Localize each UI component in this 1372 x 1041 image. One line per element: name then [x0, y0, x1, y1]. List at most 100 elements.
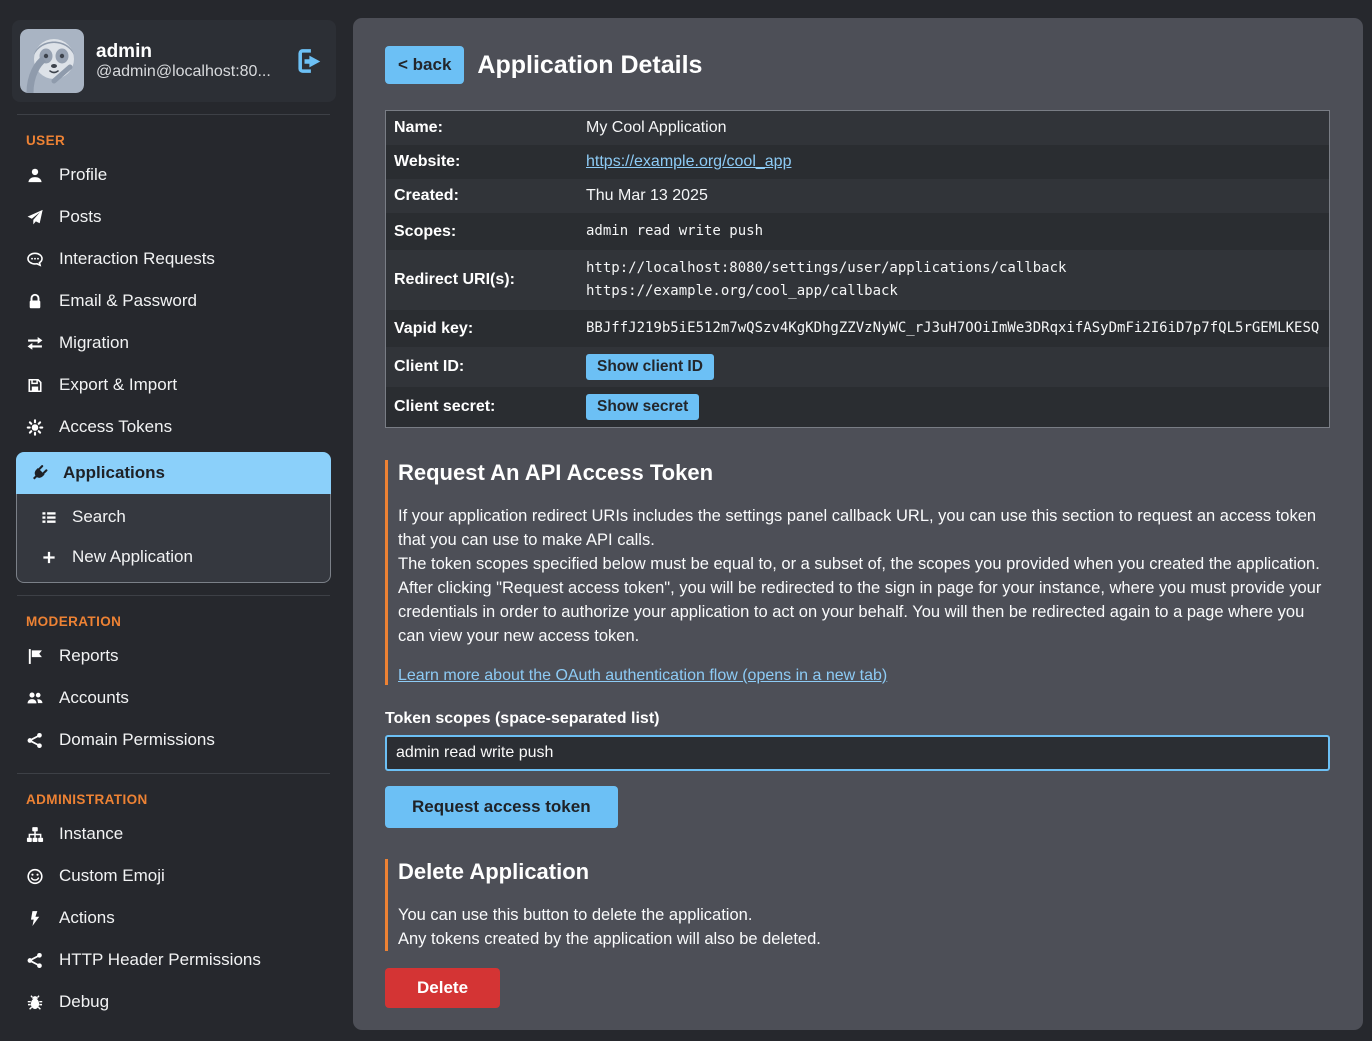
sidebar-item-label: Accounts [59, 688, 129, 708]
request-access-token-button[interactable]: Request access token [385, 786, 618, 828]
comment-icon [26, 251, 44, 268]
user-icon [26, 167, 44, 184]
sidebar-item-label: Posts [59, 207, 102, 227]
sidebar-item-interaction-requests[interactable]: Interaction Requests [12, 238, 335, 280]
token-scopes-label: Token scopes (space-separated list) [385, 710, 1331, 728]
logout-icon[interactable] [294, 46, 324, 76]
sidebar-item-reports[interactable]: Reports [12, 635, 335, 677]
plus-icon [41, 550, 57, 565]
sidebar-item-debug[interactable]: Debug [12, 981, 335, 1023]
table-row-value: Thu Mar 13 2025 [586, 187, 1321, 205]
table-row: Redirect URI(s):http://localhost:8080/se… [386, 250, 1329, 310]
sidebar-item-label: Search [72, 507, 126, 527]
sidebar-item-label: Reports [59, 646, 119, 666]
bug-icon [26, 994, 44, 1011]
sidebar-item-new-application[interactable]: New Application [17, 537, 330, 577]
sidebar-item-accounts[interactable]: Accounts [12, 677, 335, 719]
sidebar-item-export-import[interactable]: Export & Import [12, 364, 335, 406]
table-row-label: Client secret: [394, 398, 586, 416]
sidebar-item-label: HTTP Header Permissions [59, 950, 261, 970]
table-row-label: Created: [394, 187, 586, 205]
main-panel: < back Application Details Name:My Cool … [353, 18, 1363, 1030]
sidebar-item-label: Migration [59, 333, 129, 353]
show-secret-button[interactable]: Show secret [586, 394, 699, 420]
sitemap-icon [26, 826, 44, 843]
sidebar-item-http-header-permissions[interactable]: HTTP Header Permissions [12, 939, 335, 981]
sidebar-item-label: Interaction Requests [59, 249, 215, 269]
divider [17, 595, 330, 596]
table-row: Scopes:admin read write push [386, 213, 1329, 250]
sidebar-item-domain-permissions[interactable]: Domain Permissions [12, 719, 335, 761]
request-token-section: Request An API Access Token If your appl… [385, 460, 1331, 685]
nav-section-title: USER [12, 125, 335, 154]
description-paragraph: You can use this button to delete the ap… [398, 903, 1331, 927]
request-token-heading: Request An API Access Token [398, 460, 1331, 486]
smiley-icon [26, 868, 44, 885]
delete-button[interactable]: Delete [385, 968, 500, 1008]
list-icon [41, 510, 57, 525]
floppy-disk-icon [26, 377, 44, 394]
page-title: Application Details [477, 51, 702, 80]
divider [17, 773, 330, 774]
user-name: admin [96, 41, 282, 63]
back-button[interactable]: < back [385, 46, 464, 84]
sidebar-active-block: Applications Search New Application [16, 452, 331, 583]
request-token-description: If your application redirect URIs includ… [398, 504, 1331, 648]
sidebar-item-instance[interactable]: Instance [12, 813, 335, 855]
users-icon [26, 690, 44, 707]
table-row: Website:https://example.org/cool_app [386, 145, 1329, 179]
mono-value: BBJffJ219b5iE512m7wQSzv4KgKDhgZZVzNyWC_r… [586, 320, 1319, 336]
paper-plane-icon [26, 209, 44, 226]
sidebar-submenu: Search New Application [16, 494, 331, 583]
table-row-label: Vapid key: [394, 320, 586, 338]
sidebar-item-search[interactable]: Search [17, 497, 330, 537]
sidebar-item-applications[interactable]: Applications [16, 452, 331, 494]
sidebar-item-profile[interactable]: Profile [12, 154, 335, 196]
user-handle: @admin@localhost:80... [96, 63, 282, 81]
sidebar-item-label: Debug [59, 992, 109, 1012]
nav-section-title: MODERATION [12, 606, 335, 635]
sidebar-item-label: Profile [59, 165, 107, 185]
token-burst-icon [26, 419, 44, 436]
sidebar-item-label: Actions [59, 908, 115, 928]
table-row-label: Client ID: [394, 358, 586, 376]
table-row-value: My Cool Application [586, 119, 1321, 137]
sidebar-item-label: Export & Import [59, 375, 177, 395]
description-paragraph: After clicking "Request access token", y… [398, 576, 1331, 648]
mono-value: http://localhost:8080/settings/user/appl… [586, 257, 1321, 280]
bolt-icon [26, 910, 44, 927]
table-row-label: Redirect URI(s): [394, 271, 586, 289]
share-nodes-icon [26, 952, 44, 969]
share-nodes-icon [26, 732, 44, 749]
sidebar-item-actions[interactable]: Actions [12, 897, 335, 939]
mono-value: admin read write push [586, 223, 763, 239]
oauth-docs-link[interactable]: Learn more about the OAuth authenticatio… [398, 667, 887, 684]
sidebar-item-label: Email & Password [59, 291, 197, 311]
sidebar-item-label: New Application [72, 547, 193, 567]
table-row: Name:My Cool Application [386, 111, 1329, 145]
nav-section-title: ADMINISTRATION [12, 784, 335, 813]
sidebar-item-migration[interactable]: Migration [12, 322, 335, 364]
table-row-value: Show secret [586, 394, 1321, 420]
divider [17, 114, 330, 115]
plug-icon [30, 465, 48, 482]
arrows-left-right-icon [26, 335, 44, 352]
sidebar-item-access-tokens[interactable]: Access Tokens [12, 406, 335, 448]
page-header: < back Application Details [385, 46, 1331, 84]
lock-icon [26, 293, 44, 310]
sloth-avatar [20, 29, 84, 93]
website-link[interactable]: https://example.org/cool_app [586, 153, 791, 170]
description-paragraph: If your application redirect URIs includ… [398, 504, 1331, 552]
sidebar: admin @admin@localhost:80... USER Profile… [0, 0, 345, 1041]
user-meta: admin @admin@localhost:80... [96, 41, 282, 81]
table-row-label: Name: [394, 119, 586, 137]
sidebar-item-label: Applications [63, 463, 165, 483]
show-client-id-button[interactable]: Show client ID [586, 354, 714, 380]
sidebar-item-custom-emoji[interactable]: Custom Emoji [12, 855, 335, 897]
token-scopes-input[interactable] [385, 735, 1330, 771]
delete-application-description: You can use this button to delete the ap… [398, 903, 1331, 951]
sidebar-item-posts[interactable]: Posts [12, 196, 335, 238]
description-paragraph: Any tokens created by the application wi… [398, 927, 1331, 951]
sidebar-item-email-password[interactable]: Email & Password [12, 280, 335, 322]
sidebar-item-label: Instance [59, 824, 123, 844]
